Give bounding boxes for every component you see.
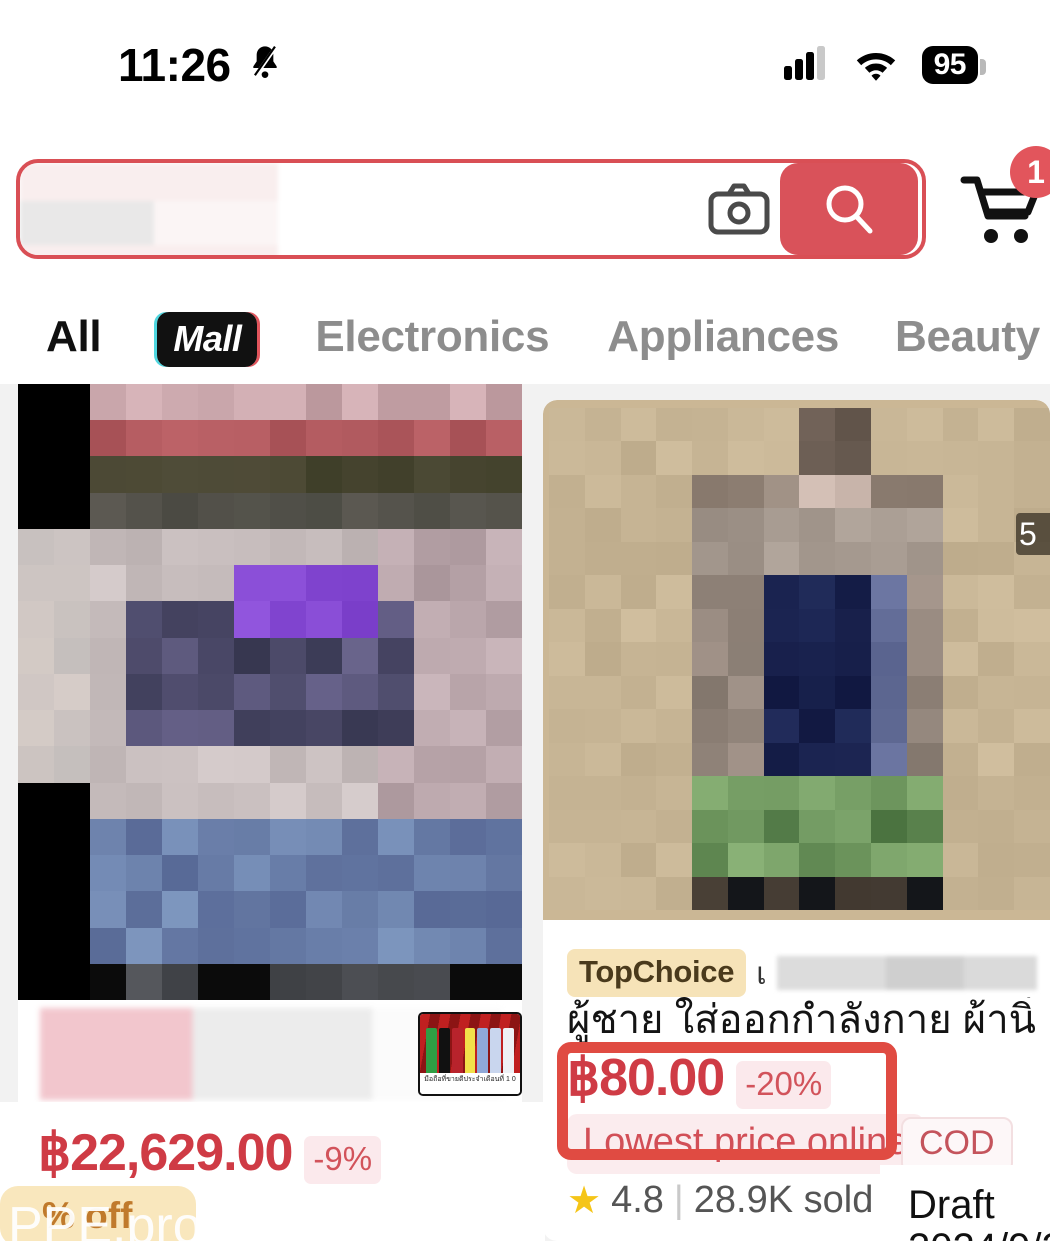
tab-mall[interactable]: Mall: [157, 312, 258, 367]
price-block-right: ฿80.00 -20%: [567, 1048, 832, 1109]
bell-muted-icon: [245, 42, 285, 89]
draft-status: Draft: [908, 1183, 995, 1227]
watermark-overlay: PPE.prod: [8, 1197, 231, 1241]
search-query-redacted: [20, 163, 278, 255]
search-icon: [826, 185, 873, 234]
tab-appliances[interactable]: Appliances: [607, 312, 839, 362]
status-bar: 11:26 95: [0, 0, 1050, 130]
shop-name-redacted: [776, 956, 1037, 990]
rating-row-right: ★ 4.8 | 28.9K sold: [567, 1178, 873, 1223]
rating-divider: |: [673, 1179, 684, 1221]
search-bar[interactable]: [16, 159, 926, 259]
product-image-right: 5: [543, 400, 1050, 920]
product-image-left: [18, 384, 522, 1000]
status-bar-left: 11:26: [118, 38, 285, 92]
camera-icon[interactable]: [698, 183, 780, 235]
wifi-icon: [852, 45, 900, 86]
sold-count: 28.9K sold: [693, 1179, 874, 1221]
tab-all[interactable]: All: [46, 312, 102, 362]
shop-row: TopChoice เ: [567, 948, 1037, 998]
tab-electronics[interactable]: Electronics: [315, 312, 549, 362]
product-price-right: ฿80.00: [567, 1049, 725, 1107]
price-block-left: ฿22,629.00 -9%: [38, 1123, 382, 1184]
discount-badge-right: -20%: [736, 1061, 832, 1109]
cellular-signal-icon: [783, 45, 830, 85]
product-card-right[interactable]: 5 TopChoice เ ผู้ชาย ใส่ออกกำลังกาย ผ้าน…: [543, 400, 1050, 1241]
product-price-left: ฿22,629.00: [38, 1124, 293, 1182]
tab-beauty[interactable]: Beauty: [895, 312, 1040, 362]
phone-screen: 11:26 95 1 All Mall Electronics Applianc…: [0, 0, 1050, 1241]
battery-indicator: 95: [921, 45, 987, 85]
top-choice-badge: TopChoice: [567, 949, 747, 997]
shop-name-prefix: เ: [756, 956, 767, 991]
discount-badge-left: -9%: [304, 1136, 382, 1184]
lowest-price-online-badge: Lowest price online: [567, 1114, 925, 1174]
draft-date: 2024/9/26: [908, 1226, 1050, 1241]
image-count-badge: 5: [1016, 513, 1050, 555]
product-title-right[interactable]: ผู้ชาย ใส่ออกกำลังกาย ผ้านิ่ม...: [567, 997, 1037, 1044]
tab-mall-label: Mall: [157, 312, 258, 367]
promo-thumbnail-caption: มือถือที่ขายดีประจำเดือนที่ 1 0: [420, 1073, 520, 1094]
search-button[interactable]: [780, 163, 918, 255]
cart-button[interactable]: 1: [958, 146, 1050, 252]
status-bar-right: 95: [783, 45, 987, 86]
search-row: 1: [0, 146, 1050, 265]
category-tabs: All Mall Electronics Appliances Beauty: [0, 293, 1050, 381]
status-time: 11:26: [118, 39, 231, 91]
rating-value: 4.8: [611, 1179, 664, 1221]
star-icon: ★: [567, 1180, 602, 1222]
promo-thumbnail: มือถือที่ขายดีประจำเดือนที่ 1 0: [418, 1012, 522, 1096]
